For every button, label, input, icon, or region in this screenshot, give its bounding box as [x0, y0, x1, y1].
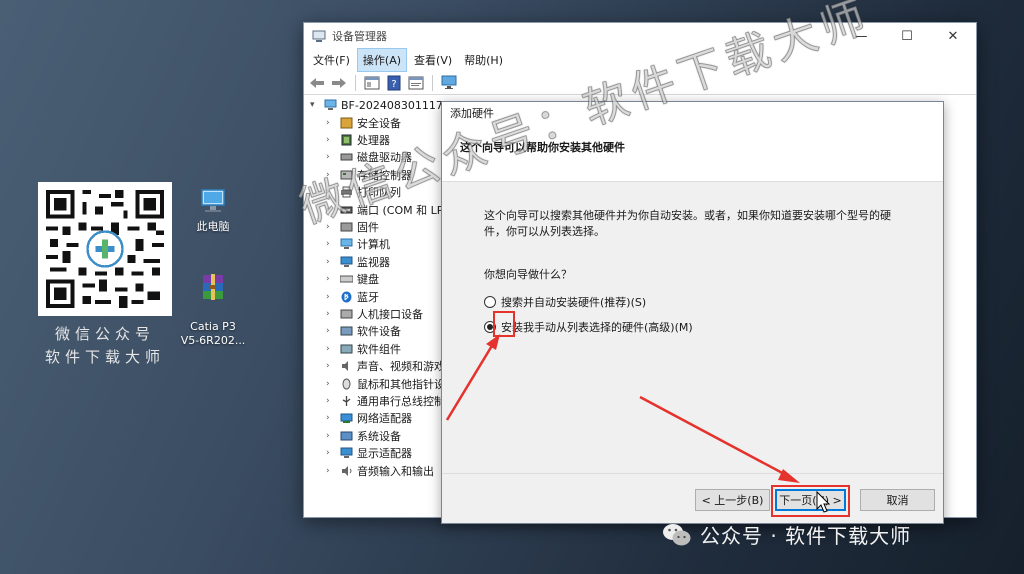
monitor-scan-icon[interactable]	[440, 74, 458, 92]
close-button[interactable]: ✕	[930, 29, 976, 44]
tree-item-label: 音频输入和输出	[357, 464, 434, 478]
chevron-down-icon[interactable]: ▾	[310, 100, 320, 110]
chevron-right-icon[interactable]: ›	[326, 413, 336, 423]
tree-item-label: 键盘	[357, 273, 379, 287]
details-window-icon[interactable]	[407, 74, 425, 92]
keyboard-icon	[340, 275, 353, 283]
security-device-icon	[340, 117, 353, 129]
properties-window-icon[interactable]	[363, 74, 381, 92]
window-title: 设备管理器	[332, 30, 387, 43]
computer-icon	[324, 99, 337, 110]
option-manual-install[interactable]: 安装我手动从列表选择的硬件(高级)(M)	[484, 319, 903, 335]
wechat-brand: 公众号 · 软件下载大师	[662, 520, 911, 549]
chevron-right-icon[interactable]: ›	[326, 396, 336, 406]
software-device-icon	[340, 326, 353, 336]
chevron-right-icon[interactable]: ›	[326, 379, 336, 389]
winrar-archive-icon	[203, 274, 223, 300]
tree-root-label: BF-202408301117	[341, 98, 443, 112]
chevron-right-icon[interactable]: ›	[326, 466, 336, 476]
tree-item-label: 系统设备	[357, 429, 401, 443]
option-label: 搜索并自动安装硬件(推荐)(S)	[501, 296, 647, 309]
toolbar-separator	[355, 74, 356, 91]
menu-file[interactable]: 文件(F)	[308, 49, 355, 71]
tree-item-label: 监视器	[357, 255, 390, 269]
chevron-right-icon[interactable]: ›	[326, 239, 336, 249]
chevron-right-icon[interactable]: ›	[326, 135, 336, 145]
tree-item-label: 鼠标和其他指针设	[357, 377, 445, 391]
chevron-right-icon[interactable]: ›	[326, 344, 336, 354]
tree-item-label: 通用串行总线控制	[357, 394, 445, 408]
mouse-icon	[342, 378, 351, 390]
bluetooth-icon	[341, 291, 352, 303]
desktop-icon-label: Catia P3 V5-6R202...	[180, 320, 246, 347]
tree-item-label: 安全设备	[357, 116, 401, 130]
back-arrow-icon[interactable]	[308, 74, 326, 92]
tree-item-label: 人机接口设备	[357, 307, 423, 321]
software-component-icon	[340, 344, 353, 354]
dialog-description: 这个向导可以搜索其他硬件并为你自动安装。或者，如果你知道要安装哪个型号的硬件，你…	[484, 209, 891, 238]
next-button[interactable]: 下一页(N) >	[775, 489, 846, 511]
chevron-right-icon[interactable]: ›	[326, 448, 336, 458]
dialog-footer: < 上一步(B) 下一页(N) > 取消	[442, 473, 943, 523]
usb-icon	[342, 395, 351, 406]
option-label: 安装我手动从列表选择的硬件(高级)(M)	[501, 321, 693, 334]
chevron-right-icon[interactable]: ›	[326, 257, 336, 267]
radio-highlight-box	[493, 311, 515, 337]
radio-auto-install[interactable]	[484, 296, 496, 308]
tree-item-label: 计算机	[357, 238, 390, 252]
audio-io-icon	[342, 465, 352, 476]
help-icon[interactable]: ?	[385, 74, 403, 92]
back-button[interactable]: < 上一步(B)	[695, 489, 770, 511]
chevron-right-icon[interactable]: ›	[326, 274, 336, 284]
option-auto-install[interactable]: 搜索并自动安装硬件(推荐)(S)	[484, 294, 903, 310]
wechat-icon	[663, 523, 691, 545]
computer-icon	[340, 238, 353, 250]
chevron-right-icon[interactable]: ›	[326, 361, 336, 371]
processor-icon	[341, 134, 352, 146]
tree-item-label: 网络适配器	[357, 412, 412, 426]
tree-item-label: 软件设备	[357, 325, 401, 339]
brand-text: 公众号 · 软件下载大师	[700, 524, 912, 548]
monitor-icon	[340, 256, 353, 267]
qr-code-icon	[46, 190, 164, 308]
menu-action[interactable]: 操作(A)	[356, 48, 408, 72]
desktop-icon-catia-archive[interactable]: Catia P3 V5-6R202...	[178, 258, 248, 348]
tree-item-label: 声音、视频和游戏	[357, 360, 445, 374]
tree-item-label: 蓝牙	[357, 290, 379, 304]
qr-caption-line1: 微信公众号	[54, 325, 155, 343]
sound-icon	[342, 361, 348, 372]
qr-code-card	[38, 182, 172, 316]
device-manager-icon	[312, 30, 326, 42]
chevron-right-icon[interactable]: ›	[326, 292, 336, 302]
computer-icon	[201, 189, 225, 212]
hid-device-icon	[340, 309, 353, 319]
chevron-right-icon[interactable]: ›	[326, 431, 336, 441]
network-adapter-icon	[340, 413, 353, 424]
svg-text:?: ?	[391, 79, 396, 90]
tree-item-label: 显示适配器	[357, 447, 412, 461]
dialog-body: 这个向导可以搜索其他硬件并为你自动安装。或者，如果你知道要安装哪个型号的硬件，你…	[442, 182, 943, 473]
menu-help[interactable]: 帮助(H)	[459, 49, 508, 71]
chevron-right-icon[interactable]: ›	[326, 118, 336, 128]
cancel-button[interactable]: 取消	[860, 489, 935, 511]
desktop-icon-label: 此电脑	[196, 220, 230, 233]
dialog-question: 你想向导做什么？	[484, 268, 572, 281]
display-adapter-icon	[340, 447, 353, 459]
chevron-right-icon[interactable]: ›	[326, 326, 336, 336]
qr-caption-line2: 软件下载大师	[44, 348, 165, 366]
chevron-right-icon[interactable]: ›	[326, 309, 336, 319]
system-device-icon	[340, 431, 353, 441]
desktop-icon-this-pc[interactable]: 此电脑	[178, 186, 248, 234]
toolbar-separator	[432, 74, 433, 91]
forward-arrow-icon[interactable]	[330, 74, 348, 92]
tree-item-label: 软件组件	[357, 342, 401, 356]
menu-view[interactable]: 查看(V)	[409, 49, 457, 71]
tree-item-label: 固件	[357, 221, 379, 235]
